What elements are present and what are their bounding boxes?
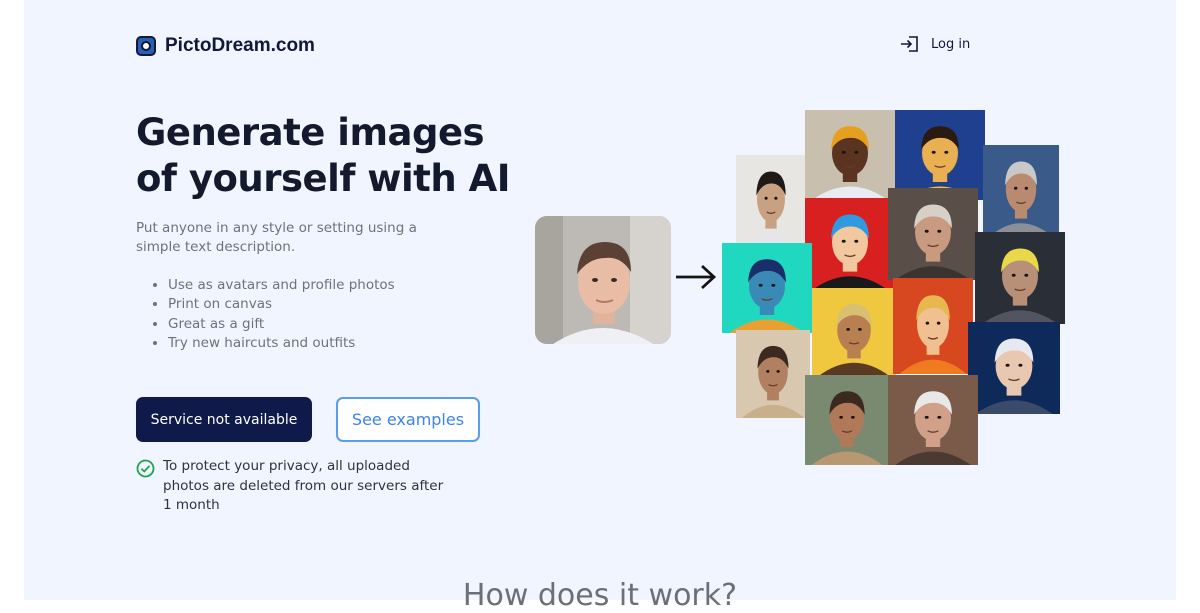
hero-title-line2: of yourself with AI	[136, 157, 510, 200]
check-circle-icon	[136, 459, 155, 478]
brand-name: PictoDream.com	[165, 35, 315, 56]
login-link[interactable]: Log in	[900, 36, 970, 52]
service-not-available-button[interactable]: Service not available	[136, 397, 312, 442]
example-portrait	[888, 188, 978, 280]
arrow-right-icon	[676, 264, 717, 290]
feature-item: Use as avatars and profile photos	[168, 276, 395, 295]
hero-title-line1: Generate images	[136, 111, 485, 154]
privacy-text: To protect your privacy, all uploaded ph…	[163, 458, 444, 513]
example-portrait	[736, 155, 806, 247]
example-portrait	[805, 375, 889, 465]
logo-icon	[136, 36, 156, 56]
example-portrait	[722, 243, 812, 333]
example-portrait	[983, 145, 1059, 237]
example-portrait	[888, 375, 978, 465]
example-portrait	[805, 110, 895, 200]
hero-subtitle: Put anyone in any style or setting using…	[136, 220, 417, 255]
login-label: Log in	[931, 36, 971, 52]
feature-list: Use as avatars and profile photos Print …	[136, 276, 395, 353]
how-it-works-heading: How does it work?	[462, 578, 738, 613]
source-photo	[535, 216, 671, 344]
login-icon	[901, 36, 918, 52]
example-portrait	[975, 232, 1065, 324]
example-portrait	[895, 110, 985, 200]
feature-item: Print on canvas	[168, 295, 395, 314]
see-examples-button[interactable]: See examples	[336, 397, 480, 442]
example-portrait	[893, 278, 973, 374]
hero-title: Generate images of yourself with AI	[136, 110, 556, 202]
privacy-note: To protect your privacy, all uploaded ph…	[136, 457, 453, 516]
example-portrait	[805, 198, 895, 290]
brand-logo[interactable]: PictoDream.com	[136, 35, 315, 57]
example-portrait	[812, 288, 896, 376]
example-portrait	[968, 322, 1060, 414]
example-portrait	[736, 330, 810, 418]
feature-item: Try new haircuts and outfits	[168, 334, 395, 353]
feature-item: Great as a gift	[168, 315, 395, 334]
